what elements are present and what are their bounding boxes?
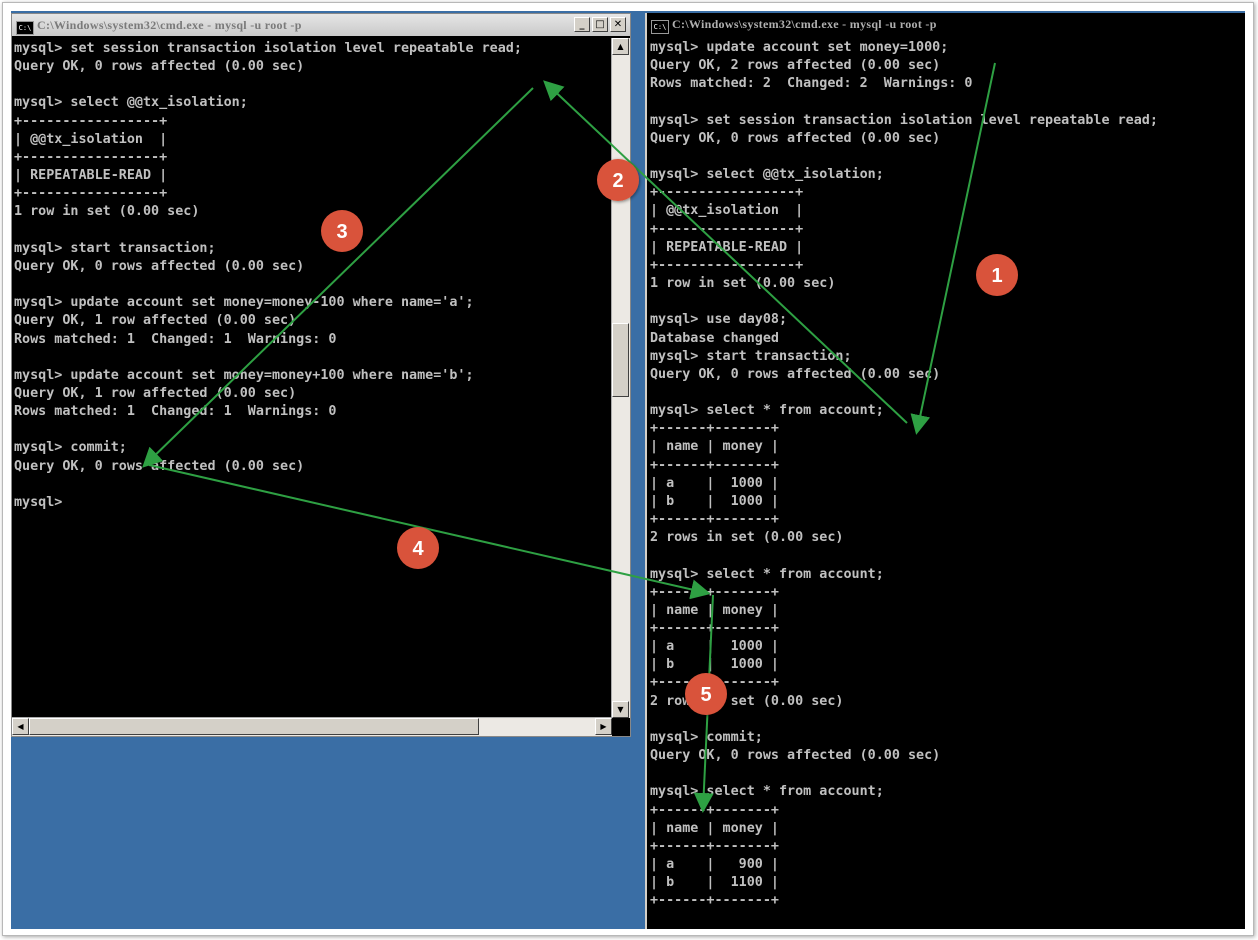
annotation-arrow-1 [910,62,996,435]
step-badge-label: 3 [336,221,347,243]
annotation-arrow-2 [543,80,908,424]
annotation-badges: 1 2 3 4 5 [321,159,1018,715]
screenshot-frame: C:\ C:\Windows\system32\cmd.exe - mysql -… [2,2,1254,936]
annotation-arrow-3 [142,87,534,468]
step-badge-label: 1 [991,265,1002,287]
step-badge-label: 2 [612,170,623,192]
annotation-arrow-4 [148,464,711,600]
step-badge-3: 3 [321,210,363,252]
step-badge-5: 5 [685,673,727,715]
step-badge-label: 5 [700,684,711,706]
step-badge-1: 1 [976,254,1018,296]
step-badge-4: 4 [397,527,439,569]
annotation-overlay: 1 2 3 4 5 [142,62,1018,813]
step-badge-label: 4 [412,538,424,560]
step-badge-2: 2 [597,159,639,201]
annotation-arrows [142,62,996,813]
